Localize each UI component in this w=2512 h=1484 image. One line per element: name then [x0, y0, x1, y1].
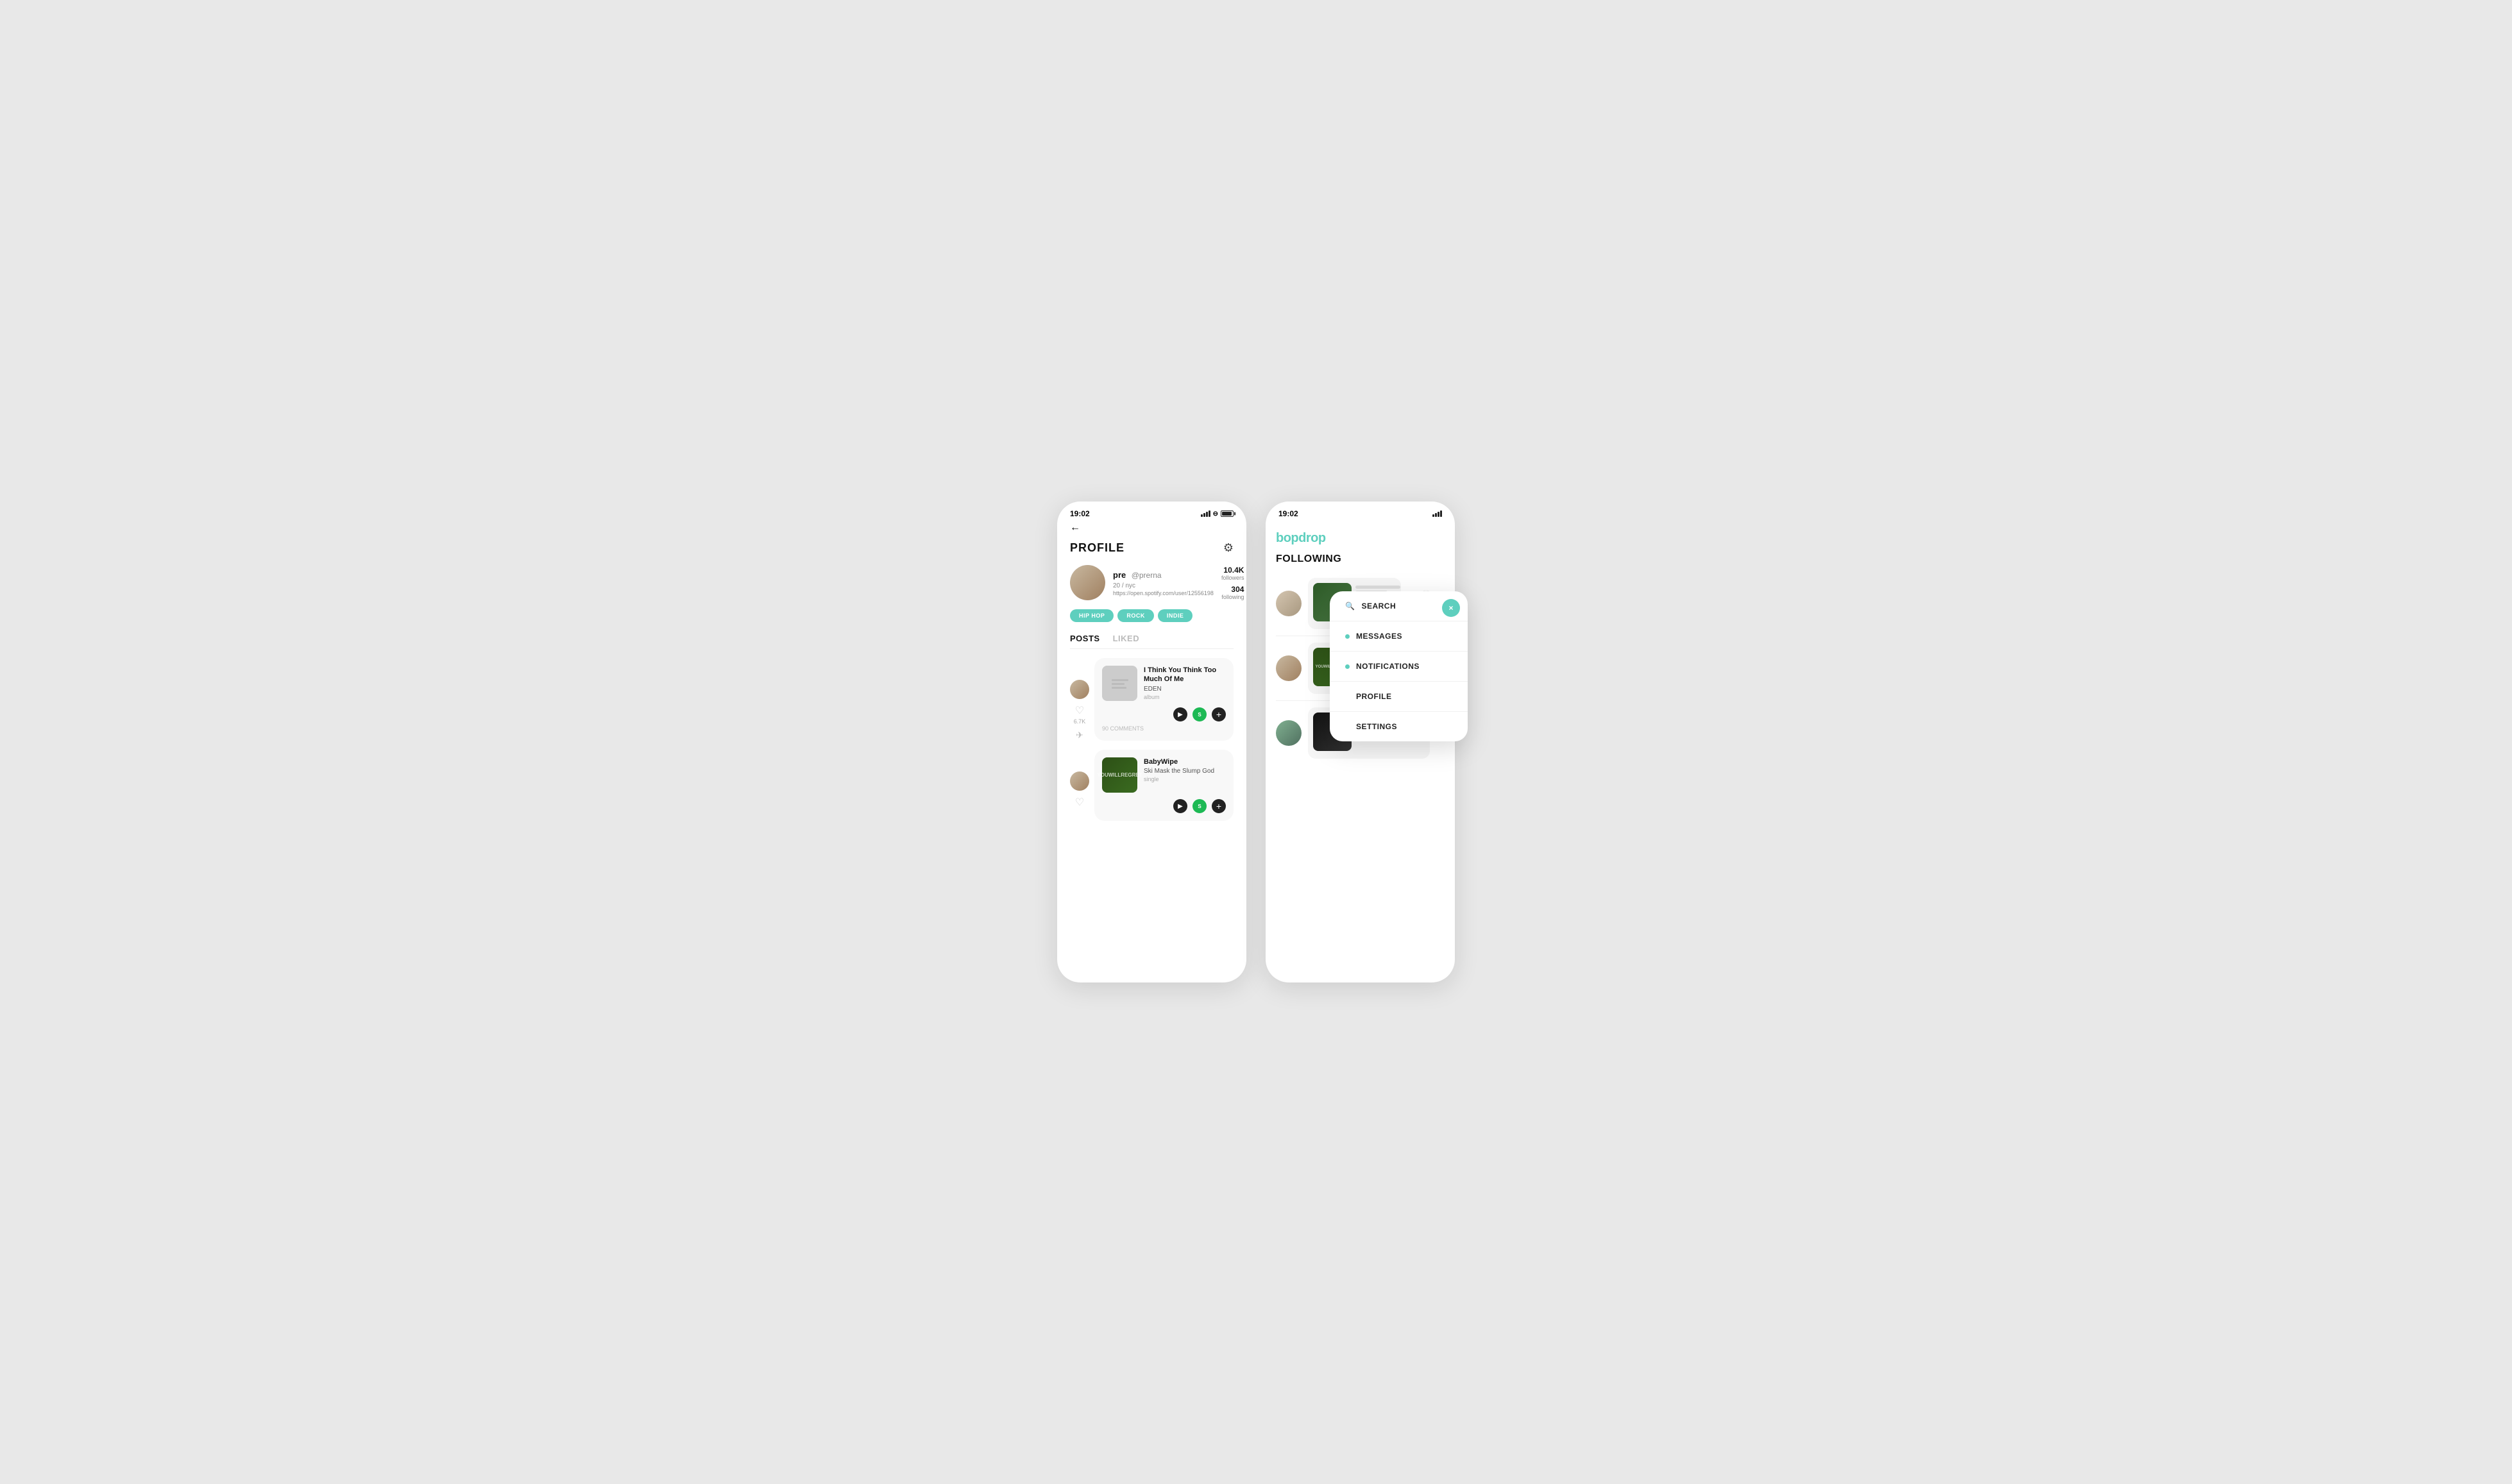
post-actions: ▶ S +: [1102, 707, 1226, 721]
post-side-2: ♡: [1070, 750, 1089, 821]
post-card-2: YOUWILLREGRET BabyWipe Ski Mask the Slum…: [1094, 750, 1234, 821]
profile-name: pre: [1113, 570, 1126, 580]
heart-icon[interactable]: ♡: [1075, 704, 1084, 717]
post-side: ♡ 6.7K ✈: [1070, 658, 1089, 741]
signal-icon: [1201, 510, 1210, 517]
notification-dot-messages: [1345, 634, 1350, 639]
album-art-2: YOUWILLREGRET: [1102, 757, 1137, 793]
menu-label-messages: MESSAGES: [1356, 632, 1402, 641]
status-time-2: 19:02: [1278, 509, 1298, 518]
followers-count: 10.4K: [1221, 566, 1244, 575]
overlay-menu: × 🔍 SEARCH MESSAGES NOTIFICATIONS PROFIL…: [1330, 591, 1468, 741]
tab-posts[interactable]: POSTS: [1070, 634, 1100, 643]
phone2-wrapper: 19:02 bopdrop FOLLOWING: [1266, 502, 1455, 982]
phone-profile: 19:02 ⊖ ← PROFILE ⚙: [1057, 502, 1246, 982]
following-avatar: [1276, 591, 1302, 616]
post-item-2: ♡ YOUWILLREGRET BabyWipe Ski Mask the Sl…: [1070, 750, 1234, 821]
avatar: [1070, 565, 1105, 600]
page-title: PROFILE: [1070, 541, 1124, 555]
post-avatar-2: [1070, 772, 1089, 791]
following-title: FOLLOWING: [1266, 551, 1455, 571]
heart-icon-2[interactable]: ♡: [1075, 796, 1084, 809]
profile-handle: @prerna: [1132, 571, 1162, 580]
post-avatar: [1070, 680, 1089, 699]
profile-stats: 10.4K followers 304 following: [1221, 566, 1244, 600]
tab-liked[interactable]: LIKED: [1113, 634, 1140, 643]
album-art-img-2: YOUWILLREGRET: [1102, 757, 1137, 793]
post-likes: ♡ 6.7K: [1074, 704, 1086, 725]
status-bar: 19:02 ⊖: [1057, 502, 1246, 522]
profile-spotify-link: https://open.spotify.com/user/12556198: [1113, 590, 1214, 596]
content-tabs: POSTS LIKED: [1070, 634, 1234, 649]
close-button[interactable]: ×: [1442, 599, 1460, 617]
menu-label-settings: SETTINGS: [1356, 722, 1397, 731]
signal-icon-2: [1432, 510, 1442, 517]
status-icons-2: [1432, 510, 1442, 517]
bopdrop-logo: bopdrop: [1266, 522, 1455, 551]
menu-label-search: SEARCH: [1361, 602, 1396, 611]
song-info-2: BabyWipe Ski Mask the Slump God single: [1144, 757, 1226, 782]
likes-count: 6.7K: [1074, 718, 1086, 725]
profile-bio: 20 / nyc: [1113, 582, 1214, 589]
post-item: ♡ 6.7K ✈: [1070, 658, 1234, 741]
phone-following: 19:02 bopdrop FOLLOWING: [1266, 502, 1455, 982]
post-actions-2: ▶ S +: [1102, 799, 1226, 813]
status-icons: ⊖: [1201, 510, 1234, 518]
comments-link[interactable]: 90 COMMENTS: [1102, 725, 1226, 732]
song-artist-2: Ski Mask the Slump God: [1144, 768, 1226, 775]
status-time: 19:02: [1070, 509, 1090, 518]
menu-label-profile: PROFILE: [1356, 692, 1392, 701]
play-button-2[interactable]: ▶: [1173, 799, 1187, 813]
menu-item-settings[interactable]: SETTINGS: [1330, 712, 1468, 741]
genre-hiphop[interactable]: HIP HOP: [1070, 609, 1114, 622]
play-button[interactable]: ▶: [1173, 707, 1187, 721]
post-card-inner-2: YOUWILLREGRET BabyWipe Ski Mask the Slum…: [1102, 757, 1226, 793]
profile-header: PROFILE ⚙: [1070, 541, 1234, 555]
album-art: [1102, 666, 1137, 701]
profile-details: pre @prerna 20 / nyc https://open.spotif…: [1113, 569, 1214, 596]
post-card-inner: I Think You Think Too Much Of Me EDEN al…: [1102, 666, 1226, 701]
genre-tags: HIP HOP ROCK INDIE: [1070, 609, 1234, 622]
status-bar-2: 19:02: [1266, 502, 1455, 522]
genre-rock[interactable]: ROCK: [1117, 609, 1154, 622]
album-art-placeholder: [1102, 666, 1137, 701]
search-icon: 🔍: [1345, 602, 1355, 611]
song-info: I Think You Think Too Much Of Me EDEN al…: [1144, 666, 1226, 700]
back-button[interactable]: ←: [1070, 522, 1234, 534]
battery-icon: [1221, 510, 1234, 517]
post-likes-2: ♡: [1075, 796, 1084, 809]
song-artist: EDEN: [1144, 686, 1226, 693]
add-button[interactable]: +: [1212, 707, 1226, 721]
song-title: I Think You Think Too Much Of Me: [1144, 666, 1226, 684]
line-1: [1355, 586, 1400, 589]
followers-label: followers: [1221, 575, 1244, 581]
song-type: album: [1144, 694, 1226, 700]
song-type-2: single: [1144, 776, 1226, 782]
wifi-icon: ⊖: [1213, 510, 1218, 518]
share-icon[interactable]: ✈: [1076, 730, 1083, 741]
spotify-button[interactable]: S: [1192, 707, 1207, 721]
profile-info: pre @prerna 20 / nyc https://open.spotif…: [1070, 565, 1234, 600]
following-count: 304: [1221, 585, 1244, 594]
notification-dot-notifications: [1345, 664, 1350, 669]
app-container: 19:02 ⊖ ← PROFILE ⚙: [1057, 502, 1455, 982]
menu-item-profile[interactable]: PROFILE: [1330, 682, 1468, 712]
following-label: following: [1221, 594, 1244, 600]
post-card: I Think You Think Too Much Of Me EDEN al…: [1094, 658, 1234, 741]
add-button-2[interactable]: +: [1212, 799, 1226, 813]
genre-indie[interactable]: INDIE: [1158, 609, 1193, 622]
following-avatar-3: [1276, 720, 1302, 746]
menu-item-messages[interactable]: MESSAGES: [1330, 621, 1468, 652]
logo-text: bopdrop: [1276, 531, 1326, 545]
menu-label-notifications: NOTIFICATIONS: [1356, 662, 1420, 671]
spotify-button-2[interactable]: S: [1192, 799, 1207, 813]
menu-item-notifications[interactable]: NOTIFICATIONS: [1330, 652, 1468, 682]
gear-icon[interactable]: ⚙: [1223, 541, 1234, 555]
following-avatar-2: [1276, 655, 1302, 681]
song-title-2: BabyWipe: [1144, 757, 1226, 766]
